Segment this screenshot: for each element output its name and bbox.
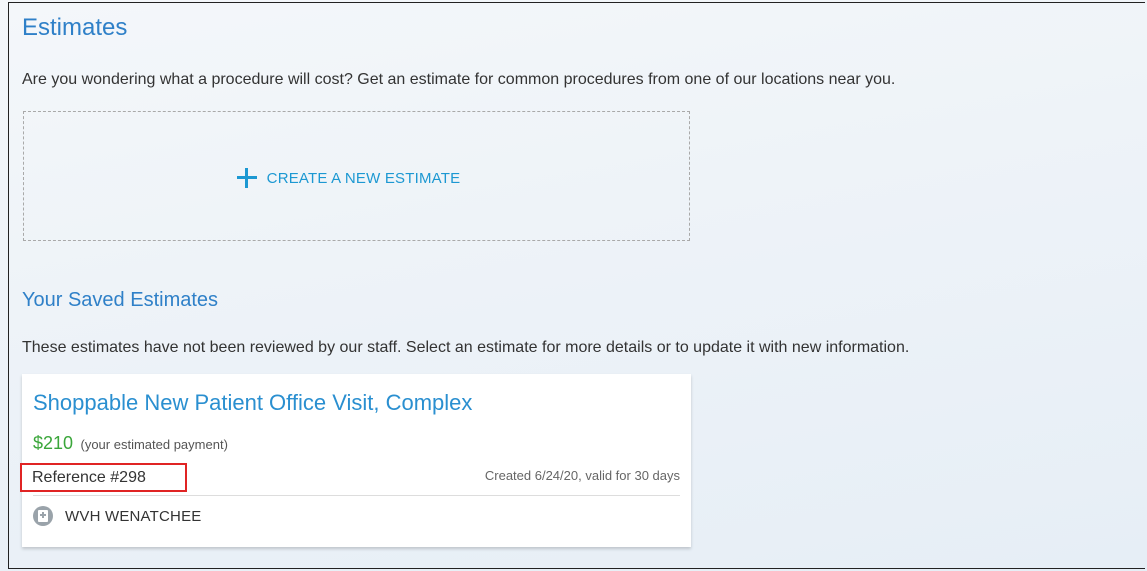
page-title: Estimates <box>22 14 128 41</box>
plus-icon <box>236 168 257 188</box>
estimate-location: WVH WENATCHEE <box>33 506 202 526</box>
estimate-price-note: (your estimated payment) <box>80 437 228 452</box>
estimate-price: $210 <box>33 433 74 453</box>
create-estimate-content: CREATE A NEW ESTIMATE <box>236 168 461 188</box>
estimate-card[interactable]: Shoppable New Patient Office Visit, Comp… <box>20 374 691 547</box>
estimate-created-date: Created 6/24/20, valid for 30 days <box>484 468 680 483</box>
card-divider <box>33 495 680 496</box>
intro-text: Are you wondering what a procedure will … <box>22 71 896 88</box>
saved-estimates-description: These estimates have not been reviewed b… <box>22 339 910 356</box>
create-estimate-label: CREATE A NEW ESTIMATE <box>266 169 461 187</box>
create-estimate-button[interactable]: CREATE A NEW ESTIMATE <box>23 111 690 241</box>
estimate-reference: Reference #298 <box>20 463 187 492</box>
estimate-location-name: WVH WENATCHEE <box>65 507 202 525</box>
estimate-title[interactable]: Shoppable New Patient Office Visit, Comp… <box>33 390 472 416</box>
saved-estimates-heading: Your Saved Estimates <box>22 289 219 311</box>
hospital-icon <box>33 506 53 526</box>
estimate-price-row: $210 (your estimated payment) <box>33 433 228 454</box>
